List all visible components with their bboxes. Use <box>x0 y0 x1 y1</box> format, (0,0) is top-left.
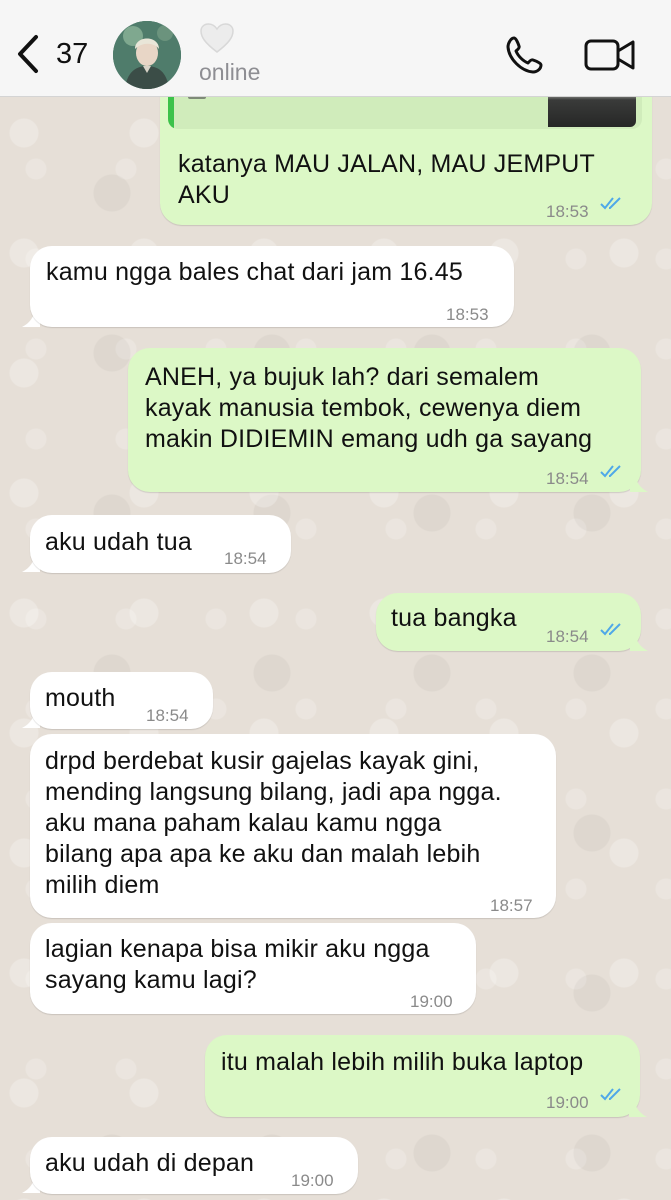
read-ticks-icon <box>600 1088 621 1101</box>
message-bubble-incoming[interactable]: drpd berdebat kusir gajelas kayak gini, … <box>30 734 556 918</box>
chat-header: 37 online <box>0 0 671 97</box>
message-text: ANEH, ya bujuk lah? dari semalem kayak m… <box>145 363 593 453</box>
bubble-tail <box>630 631 648 651</box>
message-bubble-incoming[interactable]: aku udah tua 18:54 <box>30 515 291 573</box>
message-time: 18:54 <box>546 469 589 488</box>
message-text: aku udah tua <box>45 528 192 556</box>
message-time: 18:53 <box>446 305 489 324</box>
message-time: 18:54 <box>146 706 189 725</box>
message-bubble-outgoing[interactable]: tua bangka 18:54 <box>376 593 641 651</box>
message-text: drpd berdebat kusir gajelas kayak gini, … <box>45 747 502 899</box>
read-ticks-icon <box>600 623 621 636</box>
contact-status: online <box>199 59 261 85</box>
chat-area[interactable]: katanya MAU JALAN, MAU JEMPUT AKU 18:53 … <box>0 97 671 1200</box>
voice-call-icon[interactable] <box>505 35 547 75</box>
message-bubble-incoming[interactable]: kamu ngga bales chat dari jam 16.45 18:5… <box>30 246 514 327</box>
read-ticks-icon <box>600 197 621 210</box>
message-bubble-incoming[interactable]: aku udah di depan 19:00 <box>30 1137 358 1194</box>
quoted-thumbnail <box>548 97 636 127</box>
avatar[interactable] <box>113 21 181 89</box>
unread-count: 37 <box>56 38 89 70</box>
quote-bar <box>168 97 174 129</box>
message-time: 19:00 <box>291 1171 334 1190</box>
message-text: mouth <box>45 684 116 712</box>
message-text: aku udah di depan <box>45 1149 255 1177</box>
bubble-tail <box>629 1097 647 1117</box>
read-ticks-icon <box>600 465 621 478</box>
message-time: 19:00 <box>410 992 453 1011</box>
message-text: lagian kenapa bisa mikir aku ngga sayang… <box>45 935 430 994</box>
message-bubble-incoming[interactable]: mouth 18:54 <box>30 672 213 729</box>
back-button[interactable]: 37 <box>14 34 94 74</box>
message-text: itu malah lebih milih buka laptop <box>221 1048 584 1076</box>
message-time: 18:54 <box>546 627 589 646</box>
message-bubble-outgoing[interactable]: itu malah lebih milih buka laptop 19:00 <box>205 1035 640 1117</box>
message-time: 18:57 <box>490 896 533 915</box>
message-text: katanya MAU JALAN, MAU JEMPUT AKU <box>178 150 596 209</box>
message-time: 18:53 <box>546 202 589 221</box>
message-text: kamu ngga bales chat dari jam 16.45 <box>46 258 463 286</box>
message-bubble-outgoing[interactable]: ANEH, ya bujuk lah? dari semalem kayak m… <box>128 348 641 492</box>
message-text: tua bangka <box>391 604 517 632</box>
heart-icon <box>200 23 234 53</box>
chevron-left-icon <box>18 35 38 73</box>
video-call-icon[interactable] <box>584 38 636 72</box>
message-time: 19:00 <box>546 1093 589 1112</box>
bubble-tail <box>630 472 648 492</box>
message-bubble-outgoing[interactable]: katanya MAU JALAN, MAU JEMPUT AKU 18:53 <box>160 97 652 225</box>
quoted-message[interactable] <box>168 97 642 129</box>
avatar-image <box>113 21 181 89</box>
message-time: 18:54 <box>224 549 267 568</box>
media-icon <box>188 97 206 99</box>
message-bubble-incoming[interactable]: lagian kenapa bisa mikir aku ngga sayang… <box>30 923 476 1014</box>
